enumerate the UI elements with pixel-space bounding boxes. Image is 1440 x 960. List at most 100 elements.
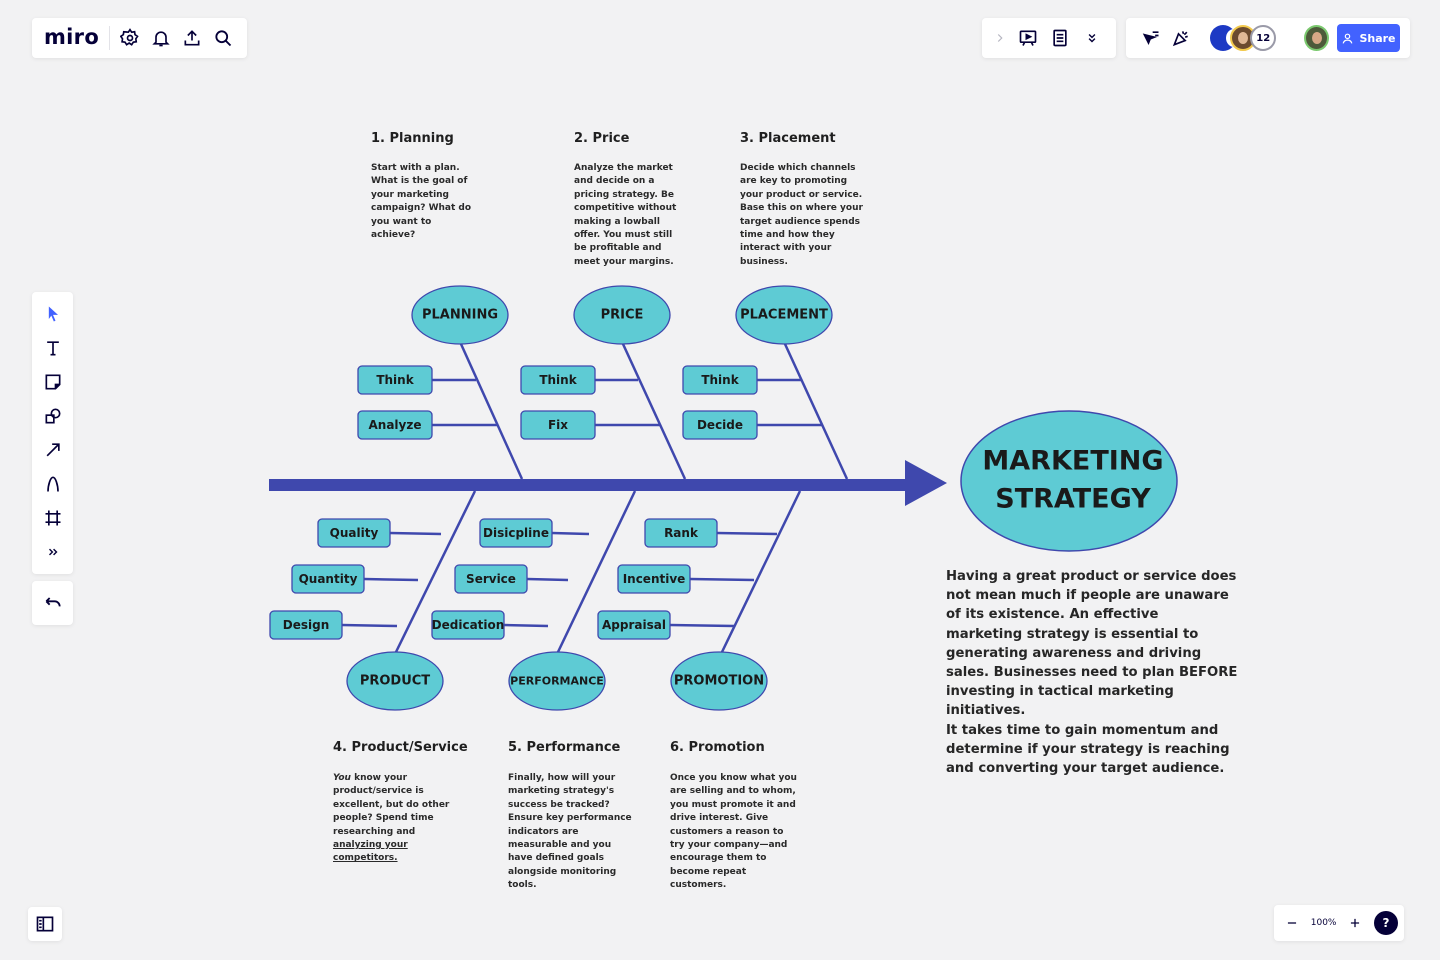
desc-line: you must promote it and <box>670 799 796 810</box>
miro-logo[interactable]: miro <box>44 26 111 50</box>
desc-line: success be tracked? <box>508 799 610 810</box>
sidebar-toggle-icon[interactable] <box>29 908 61 940</box>
collaborator-avatars[interactable]: 12 <box>1210 25 1277 51</box>
bell-icon[interactable] <box>145 22 176 54</box>
bone-line-planning <box>459 343 524 480</box>
pen-icon[interactable] <box>36 467 70 501</box>
user-icon <box>1343 33 1353 44</box>
section-desc-performance: Finally, how will your marketing strategy… <box>508 772 632 893</box>
desc-line: product/service is <box>333 786 424 797</box>
section-heading-product: 4. Product/Service <box>333 740 468 755</box>
cause-label: Fix <box>548 418 568 432</box>
section-desc-price: Analyze the market and decide on a pricing… <box>574 162 676 269</box>
zoom-out-icon[interactable] <box>1280 907 1304 939</box>
cause-label: Design <box>283 618 330 632</box>
cause-connector <box>389 531 442 536</box>
more-tools-icon[interactable] <box>36 535 70 569</box>
competitors-link[interactable]: competitors. <box>333 852 449 865</box>
avatar-count-badge[interactable]: 12 <box>1250 25 1277 51</box>
top-left-toolbar: miro <box>32 18 247 58</box>
desc-line: Once you know what you <box>670 773 797 783</box>
cause-label: Service <box>466 572 516 586</box>
sticky-note-icon[interactable] <box>36 365 70 399</box>
chevron-right-icon[interactable] <box>988 22 1012 54</box>
presentation-icon[interactable] <box>1012 22 1044 54</box>
undo-panel <box>32 581 73 625</box>
settings-icon[interactable] <box>114 22 145 54</box>
section-heading-price: 2. Price <box>574 131 630 146</box>
head-ellipse[interactable] <box>960 410 1178 552</box>
notes-icon[interactable] <box>1044 22 1076 54</box>
section-heading-placement: 3. Placement <box>740 131 836 146</box>
cause-label: Disicpline <box>483 526 549 540</box>
cause-connector <box>363 577 419 582</box>
cause-label: Think <box>376 373 414 387</box>
desc-line: target audience spends <box>740 216 860 227</box>
cause-connector <box>689 577 755 582</box>
collaboration-toolbar: 12 Share <box>1126 18 1410 58</box>
undo-icon[interactable] <box>37 587 69 619</box>
desc-line: What is the goal of <box>371 176 468 187</box>
cause-label: Incentive <box>623 572 686 586</box>
desc-line: Analyze the market <box>574 163 673 173</box>
share-button[interactable]: Share <box>1336 24 1401 52</box>
desc-line: indicators are <box>508 826 579 837</box>
share-label: Share <box>1359 31 1396 45</box>
bone-line-price <box>621 343 687 480</box>
cause-label: Think <box>701 373 739 387</box>
cause-connector <box>551 531 590 536</box>
avatar-current-user[interactable] <box>1304 25 1329 51</box>
category-label-price: PRICE <box>601 308 644 323</box>
upload-icon[interactable] <box>177 22 208 54</box>
cause-connector <box>716 531 778 536</box>
shapes-icon[interactable] <box>36 399 70 433</box>
top-right-toolbar-left <box>982 18 1116 58</box>
board-canvas[interactable]: MARKETING STRATEGY Think Analyze PLANNING Thi… <box>0 0 1440 960</box>
search-icon[interactable] <box>208 22 239 54</box>
summary-paragraph-2: It takes time to gain momentum and deter… <box>946 722 1230 777</box>
cause-connector <box>526 577 569 582</box>
zoom-controls: 100% ? <box>1274 905 1404 941</box>
desc-line: Start with a plan. <box>371 163 460 173</box>
desc-line: people? Spend time <box>333 813 434 824</box>
arrow-icon[interactable] <box>36 433 70 467</box>
desc-line: pricing strategy. Be <box>574 189 674 200</box>
category-label-performance: PERFORMANCE <box>510 675 604 688</box>
desc-line: Ensure key performance <box>508 813 632 824</box>
text-icon[interactable] <box>36 331 70 365</box>
desc-line: Decide which channels <box>740 163 856 173</box>
chevrons-down-icon[interactable] <box>1076 22 1108 54</box>
category-label-planning: PLANNING <box>422 308 498 323</box>
section-desc-product: You know your product/service is excellent… <box>333 772 449 866</box>
cursor-follow-icon[interactable] <box>1136 22 1166 54</box>
desc-line: Base this on where your <box>740 203 863 214</box>
desc-line: offer. You must still <box>574 230 673 241</box>
desc-line: tools. <box>508 880 537 891</box>
desc-line: are selling and to whom, <box>670 786 796 797</box>
zoom-in-icon[interactable] <box>1343 907 1367 939</box>
cause-label: Appraisal <box>602 618 666 632</box>
desc-line: your product or service. <box>740 189 863 200</box>
cause-connector <box>341 623 398 628</box>
select-icon[interactable] <box>36 297 70 331</box>
desc-line: interact with your <box>740 243 832 254</box>
desc-line: and decide on a <box>574 176 655 187</box>
cause-label: Quantity <box>299 572 358 586</box>
cause-label: Quality <box>330 526 379 540</box>
cause-label: Analyze <box>369 418 422 432</box>
section-desc-promotion: Once you know what you are selling and to… <box>670 772 797 893</box>
summary-text: Having a great product or service does n… <box>946 567 1238 778</box>
desc-line: achieve? <box>371 230 416 241</box>
spine <box>269 479 909 491</box>
competitors-link[interactable]: analyzing your <box>333 839 449 852</box>
desc-line: meet your margins. <box>574 256 674 267</box>
head-label-line-1: MARKETING <box>982 446 1163 477</box>
help-button[interactable]: ? <box>1373 911 1398 935</box>
section-desc-placement: Decide which channels are key to promotin… <box>740 162 863 269</box>
celebrate-icon[interactable] <box>1166 22 1196 54</box>
desc-line: business. <box>740 256 788 267</box>
zoom-level[interactable]: 100% <box>1311 918 1337 928</box>
frame-icon[interactable] <box>36 501 70 535</box>
desc-line: competitive without <box>574 203 677 214</box>
section-heading-planning: 1. Planning <box>371 131 454 146</box>
